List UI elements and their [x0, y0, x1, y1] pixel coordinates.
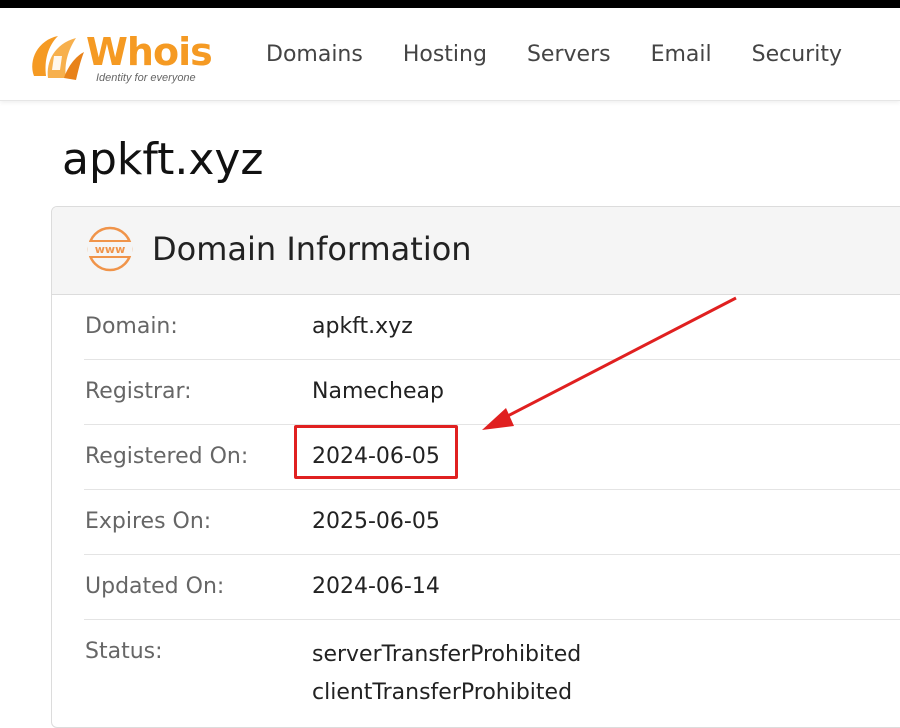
info-row-expires-on: Expires On: 2025-06-05 [84, 490, 900, 555]
row-label: Expires On: [85, 509, 212, 534]
card-title: Domain Information [152, 230, 472, 268]
row-label: Registrar: [85, 379, 192, 404]
registered-on-highlight-box [294, 425, 458, 479]
main-nav: Domains Hosting Servers Email Security [266, 8, 882, 100]
www-icon-text: www [95, 243, 126, 256]
nav-servers[interactable]: Servers [527, 42, 611, 67]
logo-wordmark: Whois [86, 30, 213, 74]
site-header: Whois Identity for everyone Domains Host… [0, 8, 900, 101]
info-row-registrar: Registrar: Namecheap [84, 360, 900, 425]
top-black-bar [0, 0, 900, 8]
info-row-domain: Domain: apkft.xyz [84, 295, 900, 360]
status-list: serverTransferProhibited clientTransferP… [312, 636, 581, 712]
row-value: 2024-06-14 [312, 574, 440, 599]
domain-information-card: www Domain Information Domain: apkft.xyz… [51, 206, 900, 728]
info-row-updated-on: Updated On: 2024-06-14 [84, 555, 900, 620]
www-globe-icon: www [87, 226, 133, 272]
nav-security[interactable]: Security [752, 42, 842, 67]
row-value: apkft.xyz [312, 314, 413, 339]
info-row-status: Status: serverTransferProhibited clientT… [84, 620, 900, 727]
status-item: clientTransferProhibited [312, 680, 573, 705]
page-title: apkft.xyz [62, 134, 264, 185]
row-label: Updated On: [85, 574, 225, 599]
nav-email[interactable]: Email [651, 42, 712, 67]
whois-logo[interactable]: Whois Identity for everyone [24, 26, 224, 88]
info-rows: Domain: apkft.xyz Registrar: Namecheap R… [84, 295, 900, 727]
card-header: www Domain Information [52, 207, 900, 295]
logo-tagline: Identity for everyone [96, 72, 196, 84]
whois-logo-icon [32, 36, 84, 80]
row-label: Status: [85, 639, 163, 664]
info-row-registered-on: Registered On: 2024-06-05 [84, 425, 900, 490]
row-value: 2025-06-05 [312, 509, 440, 534]
row-label: Registered On: [85, 444, 249, 469]
nav-domains[interactable]: Domains [266, 42, 363, 67]
row-label: Domain: [85, 314, 178, 339]
nav-hosting[interactable]: Hosting [403, 42, 487, 67]
row-value: Namecheap [312, 379, 444, 404]
status-item: serverTransferProhibited [312, 642, 582, 667]
